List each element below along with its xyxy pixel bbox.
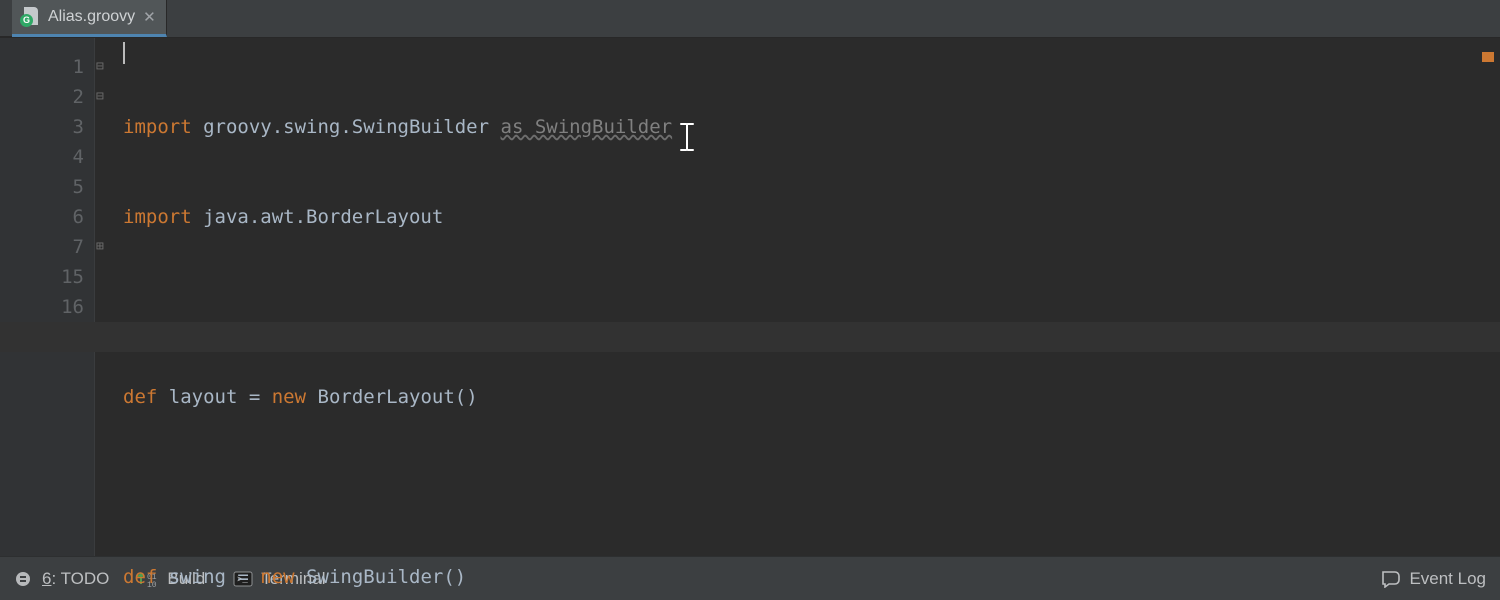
code-area[interactable]: import groovy.swing.SwingBuilder as Swin… <box>119 38 1500 556</box>
line-number: 7 <box>0 232 84 262</box>
line-number: 4 <box>0 142 84 172</box>
line-number: 17 <box>0 322 84 352</box>
line-number: 3 <box>0 112 84 142</box>
fold-toggle-icon[interactable]: ⊟ <box>95 82 119 112</box>
todo-tool-window-button[interactable]: 6: TODO <box>0 557 123 600</box>
code-line[interactable]: import groovy.swing.SwingBuilder as Swin… <box>123 112 1500 142</box>
fold-spacer <box>95 112 119 142</box>
line-number: 5 <box>0 172 84 202</box>
code-line[interactable] <box>123 292 1500 322</box>
text-caret <box>123 42 125 64</box>
line-number: 6 <box>0 202 84 232</box>
fold-spacer <box>95 142 119 172</box>
line-number: 15 <box>0 262 84 292</box>
tab-bar-spacer <box>0 0 12 37</box>
fold-spacer <box>95 172 119 202</box>
line-number: 2 <box>0 82 84 112</box>
line-number-gutter[interactable]: 1 2 3 4 5 6 7 15 16 17 <box>0 38 95 556</box>
code-line[interactable]: def layout = new BorderLayout() <box>123 382 1500 412</box>
code-line[interactable] <box>123 472 1500 502</box>
code-line[interactable]: import java.awt.BorderLayout <box>123 202 1500 232</box>
close-tab-icon[interactable]: ✕ <box>143 10 156 25</box>
line-number: 1 <box>0 52 84 82</box>
fold-expand-icon[interactable]: ⊞ <box>95 232 119 262</box>
fold-gutter[interactable]: ⊟ ⊟ ⊞ <box>95 38 119 556</box>
groovy-file-icon: G <box>20 7 40 27</box>
todo-icon <box>14 570 34 588</box>
fold-spacer <box>95 202 119 232</box>
error-stripe-marker[interactable] <box>1482 52 1494 62</box>
editor-tab-bar: G Alias.groovy ✕ <box>0 0 1500 38</box>
todo-label: : TODO <box>51 569 109 588</box>
editor-tab-alias-groovy[interactable]: G Alias.groovy ✕ <box>12 0 167 37</box>
editor-tab-label: Alias.groovy <box>48 8 135 26</box>
code-editor[interactable]: 1 2 3 4 5 6 7 15 16 17 ⊟ ⊟ ⊞ import groo… <box>0 38 1500 556</box>
fold-toggle-icon[interactable]: ⊟ <box>95 52 119 82</box>
line-number: 16 <box>0 292 84 322</box>
code-line[interactable]: def swing = new SwingBuilder() <box>123 562 1500 592</box>
